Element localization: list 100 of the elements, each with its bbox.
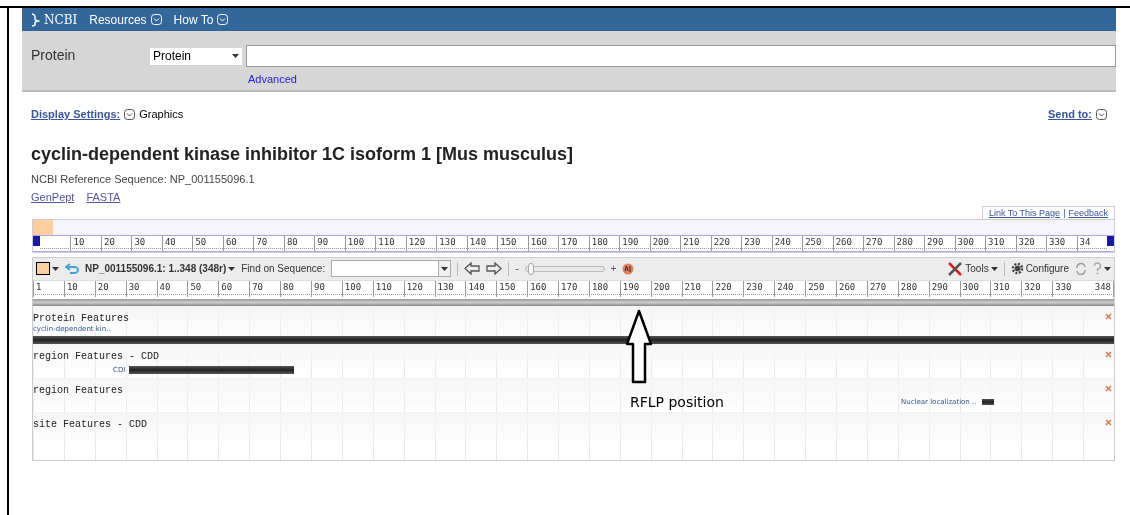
slider-thumb[interactable] <box>527 262 534 275</box>
close-icon[interactable] <box>1105 350 1112 358</box>
feature-bar[interactable] <box>33 335 1114 344</box>
right-arrow-icon[interactable] <box>486 262 503 275</box>
ruler-label: 280 <box>896 235 913 248</box>
ruler-label: 110 <box>378 235 395 248</box>
ruler-label: 260 <box>835 235 852 248</box>
ruler-label: 270 <box>866 235 883 248</box>
zoom-slider[interactable] <box>524 265 605 272</box>
ruler-label: 280 <box>900 280 918 293</box>
ruler-label: 210 <box>684 280 701 293</box>
caret-icon <box>441 266 449 271</box>
ruler-label: 60 <box>225 235 237 248</box>
ruler-label: 250 <box>805 235 822 248</box>
track-title: Protein Features <box>33 312 129 325</box>
search-field[interactable] <box>246 45 1116 67</box>
ruler-label: 230 <box>746 280 763 293</box>
ruler-label: 100 <box>347 235 365 248</box>
left-arrow-icon[interactable] <box>464 262 481 275</box>
caret-icon <box>1104 266 1111 271</box>
database-select[interactable]: Protein <box>150 47 242 65</box>
ruler-label: 190 <box>622 280 640 293</box>
zoom-in-label[interactable]: + <box>610 261 617 276</box>
configure-button[interactable]: Configure <box>1010 261 1069 276</box>
ruler-label: 290 <box>927 235 944 248</box>
ruler-label: 220 <box>713 235 730 248</box>
scroll-right-button[interactable] <box>1107 235 1114 246</box>
color-swatch[interactable] <box>36 262 50 275</box>
find-label: Find on Sequence: <box>241 262 326 276</box>
feature-bar[interactable] <box>129 365 295 374</box>
ruler-label: 320 <box>1018 235 1035 248</box>
sequence-dropdown[interactable]: NP_001155096.1: 1..348 (348r) <box>85 261 236 276</box>
link-to-page-link[interactable]: Link To This Page <box>988 206 1061 219</box>
ruler-label: 330 <box>1049 235 1066 248</box>
ruler-label: 60 <box>221 280 233 293</box>
advanced-link[interactable]: Advanced <box>248 71 1116 88</box>
ruler-label: 1 <box>36 280 42 293</box>
ruler-label: 10 <box>66 280 78 293</box>
close-icon[interactable] <box>1105 312 1112 320</box>
ruler-label: 150 <box>500 235 517 248</box>
ruler-label: 310 <box>993 280 1010 293</box>
ruler-label: 80 <box>286 235 298 248</box>
ruler-label: 70 <box>256 235 268 248</box>
annotation-label: RFLP position <box>630 393 724 412</box>
logo-text[interactable]: NCBI <box>44 10 78 29</box>
tools-menu[interactable]: Tools <box>947 261 998 276</box>
ruler-label: 160 <box>530 235 548 248</box>
feedback-link[interactable]: Feedback <box>1068 206 1108 219</box>
ruler-label: 10 <box>73 235 85 248</box>
ruler-label: 348 <box>1094 280 1111 293</box>
database-label: Protein <box>31 46 77 65</box>
ruler-label: 250 <box>808 280 825 293</box>
feature-bar[interactable] <box>982 398 995 405</box>
record-subtitle: NCBI Reference Sequence: NP_001155096.1 <box>31 171 256 187</box>
track-title: region Features - CDD <box>33 350 160 363</box>
ruler-label: 70 <box>252 280 264 293</box>
display-settings-link[interactable]: Display Settings: <box>31 106 121 123</box>
ruler-label: 90 <box>313 280 325 293</box>
scroll-left-button[interactable] <box>33 235 40 246</box>
ruler-label: 110 <box>375 280 392 293</box>
ruler-label: 50 <box>195 235 207 248</box>
gear-icon <box>1010 262 1024 275</box>
find-field[interactable] <box>331 260 452 277</box>
zoom-out-label[interactable]: - <box>515 261 519 276</box>
undo-arrow-icon[interactable] <box>65 263 79 274</box>
ruler-label: 270 <box>869 280 887 293</box>
ruler-label: 20 <box>103 235 115 248</box>
ruler-label: 150 <box>499 280 516 293</box>
ruler-label: 140 <box>469 235 487 248</box>
format-link[interactable]: GenPept <box>31 189 75 206</box>
ruler-label: 200 <box>652 235 669 248</box>
ruler-label: 260 <box>839 280 856 293</box>
ruler-label: 220 <box>715 280 732 293</box>
ruler-label: 180 <box>591 235 608 248</box>
track-title: region Features <box>33 384 123 397</box>
menu-link[interactable]: How To <box>173 10 214 29</box>
ruler-label: 40 <box>159 280 171 293</box>
ruler-label: 140 <box>468 280 485 293</box>
help-icon[interactable] <box>1093 262 1102 275</box>
ruler-label: 230 <box>744 235 761 248</box>
caret-icon <box>228 266 236 271</box>
close-icon[interactable] <box>1105 384 1112 392</box>
ruler-label: 80 <box>283 280 294 293</box>
send-to-link[interactable]: Send to: <box>1048 106 1092 123</box>
ruler-label: 240 <box>777 280 794 293</box>
ruler-label: 190 <box>622 235 639 248</box>
ruler-label: 160 <box>530 280 547 293</box>
dropdown-icon <box>1096 108 1107 120</box>
view-range-marker[interactable] <box>33 219 53 235</box>
ruler-label: 170 <box>561 280 578 293</box>
ruler-label: 320 <box>1024 280 1041 293</box>
ruler-label: 210 <box>683 235 700 248</box>
ruler-label: 120 <box>406 280 423 293</box>
close-icon[interactable] <box>1105 418 1112 426</box>
ruler-label: 170 <box>561 235 578 248</box>
format-link[interactable]: FASTA <box>86 189 121 206</box>
ruler-label: 300 <box>957 235 974 248</box>
link-separator: | <box>1063 206 1066 219</box>
menu-link[interactable]: Resources <box>89 10 147 29</box>
display-mode: Graphics <box>139 107 184 122</box>
